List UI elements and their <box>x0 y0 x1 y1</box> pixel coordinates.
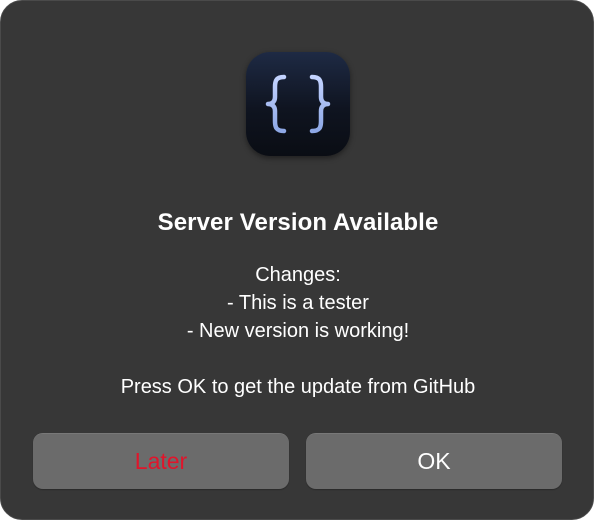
ok-button[interactable]: OK <box>306 433 562 489</box>
dialog-message: Changes: - This is a tester - New versio… <box>1 261 594 401</box>
update-alert-dialog: Server Version Available Changes: - This… <box>0 0 594 520</box>
dialog-title: Server Version Available <box>157 209 439 236</box>
message-line: Changes: <box>255 264 341 286</box>
message-line: - New version is working! <box>186 320 410 342</box>
app-icon <box>246 52 350 156</box>
message-line: Press OK to get the update from GitHub <box>120 376 476 398</box>
later-button[interactable]: Later <box>33 433 289 489</box>
curly-braces-icon <box>265 74 331 134</box>
message-line: - This is a tester <box>227 292 369 314</box>
